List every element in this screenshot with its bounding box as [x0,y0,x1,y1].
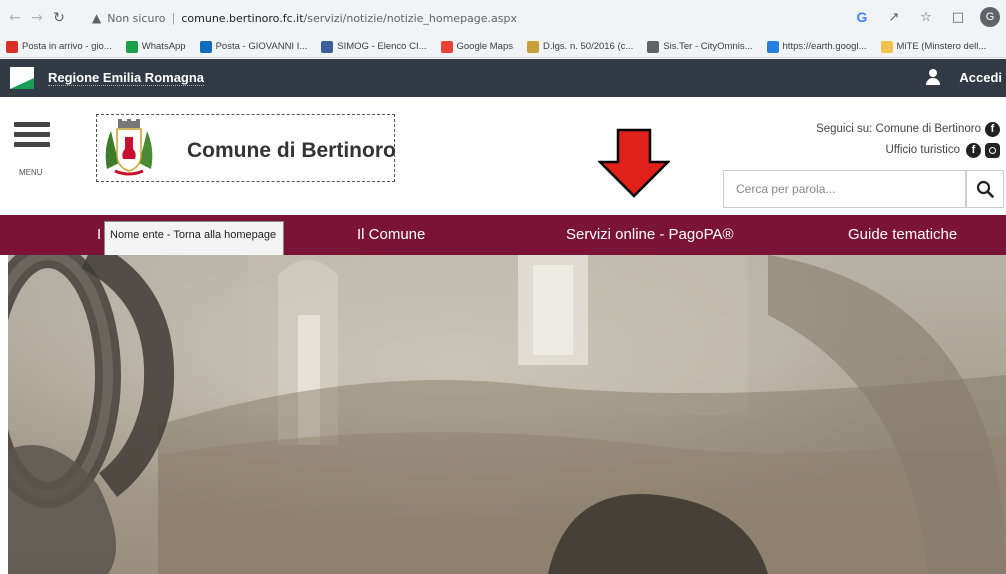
nav-item-guide-tematiche[interactable]: Guide tematiche [848,226,957,243]
url-host: comune.bertinoro.fc.it [181,11,304,25]
bookmark-item[interactable]: WhatsApp [125,40,186,53]
bookmark-label: WhatsApp [141,41,186,52]
outlook-icon [199,40,212,53]
back-arrow-icon[interactable]: ← [4,7,26,29]
search-icon [976,180,994,198]
browser-right-icons: G ↗ ☆ □ G [852,7,1000,27]
hamburger-line [14,132,50,137]
whatsapp-icon [125,40,138,53]
hero-photo [8,255,1006,574]
social-links: Seguici su: Comune di Bertinoro f Uffici… [816,121,1000,163]
bookmark-item[interactable]: D.lgs. n. 50/2016 (c... [527,40,634,53]
regione-bar: Regione Emilia Romagna Accedi [0,59,1006,97]
login-label: Accedi [959,69,1002,85]
search-input[interactable] [723,170,966,208]
bookmark-item[interactable]: Posta in arrivo - gio... [6,40,112,53]
nav-item-servizi-online[interactable]: Servizi online - PagoPA® [566,226,734,243]
instagram-icon[interactable] [985,142,1000,158]
hamburger-line [14,122,50,127]
bookmark-label: MiTE (Minstero dell... [896,41,987,52]
regione-logo[interactable] [10,67,34,89]
login-button[interactable]: Accedi [925,69,1002,85]
search-button[interactable] [966,170,1004,208]
sidepanel-icon[interactable]: □ [948,7,968,27]
maps-icon [440,40,453,53]
url-text: comune.bertinoro.fc.it/servizi/notizie/n… [181,12,517,25]
warning-icon: ▲ [92,11,102,25]
nav-item-il-comune[interactable]: Il Comune [357,226,425,243]
profile-avatar[interactable]: G [980,7,1000,27]
red-arrow-annotation [598,128,670,198]
tourist-office-text: Ufficio turistico [885,144,960,156]
home-link[interactable]: Comune di Bertinoro [96,114,396,182]
hero-image [8,255,1006,574]
menu-label: MENU [19,168,43,177]
forward-arrow-icon[interactable]: → [26,7,48,29]
url-separator: | [171,11,176,25]
bookmark-item[interactable]: Sis.Ter - CityOmnis... [647,40,753,53]
facebook-icon[interactable]: f [985,121,1000,137]
bookmark-label: Posta - GIOVANNI I... [215,41,308,52]
earth-icon [766,40,779,53]
share-icon[interactable]: ↗ [884,7,904,27]
bookmark-item[interactable]: Posta - GIOVANNI I... [199,40,308,53]
simog-icon [321,40,334,53]
nav-item-hidden[interactable]: I [97,226,101,243]
bookmark-item[interactable]: Google Maps [440,40,514,53]
bookmarks-bar: Posta in arrivo - gio... WhatsApp Posta - … [0,36,1006,58]
security-label: Non sicuro [107,11,166,25]
bookmark-item[interactable]: https://earth.googl... [766,40,867,53]
bookmark-label: Google Maps [456,41,514,52]
menu-button[interactable] [14,122,50,152]
coat-of-arms-icon [105,119,153,176]
address-bar[interactable]: ▲ Non sicuro | comune.bertinoro.fc.it/se… [92,7,872,29]
user-icon [925,69,941,85]
bookmark-label: Posta in arrivo - gio... [22,41,112,52]
bookmark-label: https://earth.googl... [782,41,867,52]
hamburger-line [14,142,50,147]
star-icon[interactable]: ☆ [916,7,936,27]
facebook-icon[interactable]: f [966,142,981,158]
regione-link[interactable]: Regione Emilia Romagna [48,70,205,86]
bookmark-label: SIMOG - Elenco CI... [337,41,427,52]
globe-icon [647,40,660,53]
browser-toolbar: ← → ↻ ▲ Non sicuro | comune.bertinoro.fc… [0,0,1006,36]
gmail-icon [6,40,18,53]
doc-icon [527,40,540,53]
bookmark-label: Sis.Ter - CityOmnis... [663,41,753,52]
site-title: Comune di Bertinoro [187,139,396,162]
social-follow-text: Seguici su: Comune di Bertinoro [816,123,981,135]
bookmark-item[interactable]: SIMOG - Elenco CI... [321,40,427,53]
bookmark-item[interactable]: MiTE (Minstero dell... [880,40,987,53]
url-path: /servizi/notizie/notizie_homepage.aspx [303,11,518,25]
reload-icon[interactable]: ↻ [48,7,70,29]
folder-icon [880,40,893,53]
bookmark-label: D.lgs. n. 50/2016 (c... [543,41,634,52]
google-icon[interactable]: G [852,7,872,27]
